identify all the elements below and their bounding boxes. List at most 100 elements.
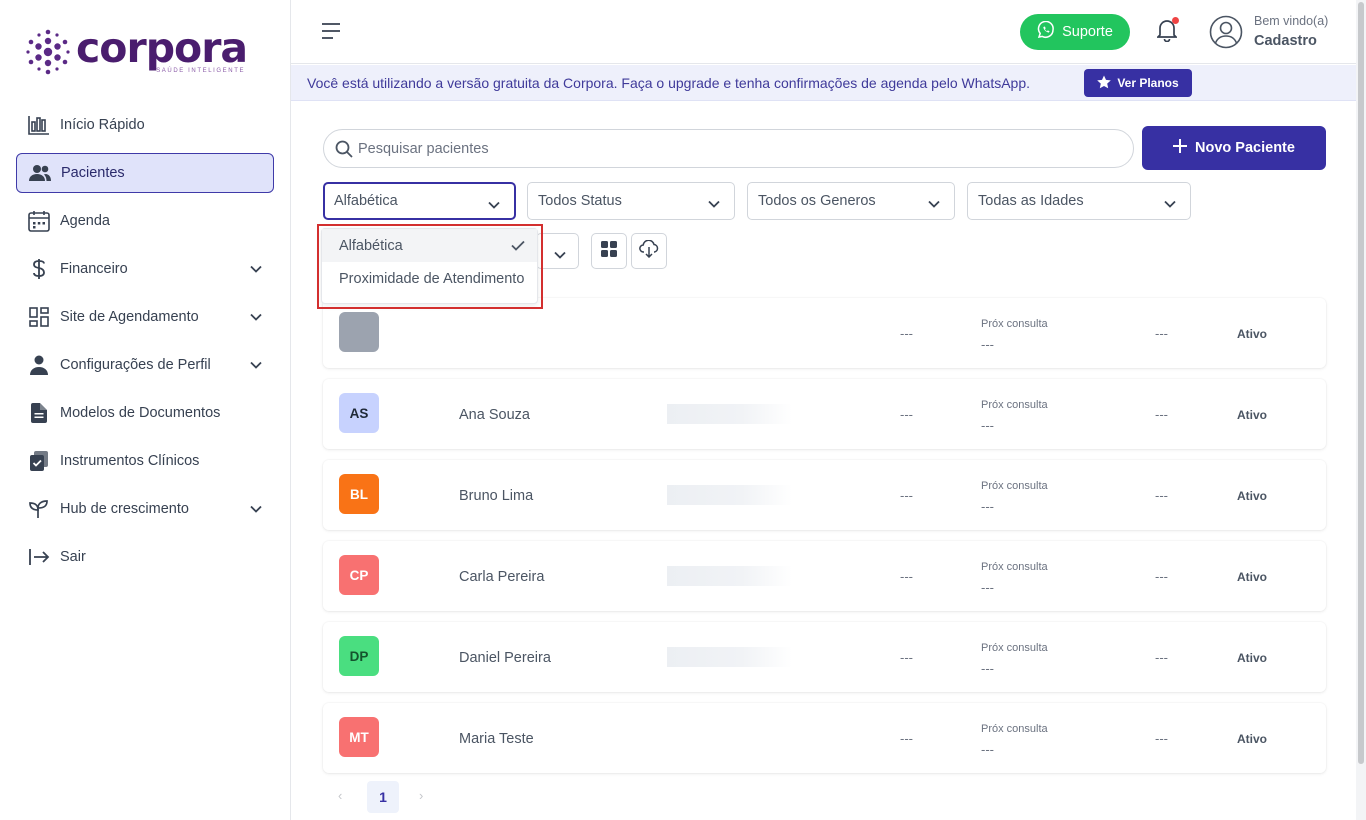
sort-option-alfabetica[interactable]: Alfabética bbox=[322, 229, 537, 262]
page-scrollbar[interactable] bbox=[1356, 0, 1366, 820]
clipboard-check-icon bbox=[28, 450, 50, 472]
view-plans-button[interactable]: Ver Planos bbox=[1084, 69, 1192, 97]
sidebar-item-label: Instrumentos Clínicos bbox=[60, 453, 200, 469]
sidebar-item-inicio-rapido[interactable]: Início Rápido bbox=[16, 105, 274, 145]
patient-avatar: CP bbox=[339, 555, 379, 595]
new-patient-label: Novo Paciente bbox=[1195, 140, 1295, 156]
status-badge: Ativo bbox=[1237, 408, 1267, 422]
sidebar-item-financeiro[interactable]: Financeiro bbox=[16, 249, 274, 289]
next-appointment-label: Próx consulta bbox=[981, 561, 1048, 573]
patient-row[interactable]: AS Ana Souza --- Próx consulta --- --- A… bbox=[323, 379, 1326, 449]
age-select[interactable]: Todas as Idades bbox=[967, 182, 1191, 220]
gender-select[interactable]: Todos os Generos bbox=[747, 182, 955, 220]
patient-field: --- bbox=[900, 731, 913, 746]
patient-row[interactable]: DP Daniel Pereira --- Próx consulta --- … bbox=[323, 622, 1326, 692]
top-header: Suporte Bem vindo(a) Cadastro bbox=[291, 0, 1356, 64]
patient-field: --- bbox=[1155, 569, 1168, 584]
status-select-value: Todos Status bbox=[538, 193, 622, 209]
patient-name: Bruno Lima bbox=[459, 488, 534, 504]
next-appointment-label: Próx consulta bbox=[981, 723, 1048, 735]
next-appointment-value: --- bbox=[981, 337, 994, 352]
next-appointment-value: --- bbox=[981, 418, 994, 433]
logout-icon bbox=[28, 546, 50, 568]
chevron-down-icon bbox=[250, 309, 262, 325]
search-input[interactable] bbox=[358, 138, 1118, 160]
chevron-down-icon bbox=[488, 197, 500, 213]
molecule-logo-icon bbox=[26, 29, 70, 75]
sort-option-proximidade[interactable]: Proximidade de Atendimento bbox=[322, 262, 537, 295]
patient-row[interactable]: CP Carla Pereira --- Próx consulta --- -… bbox=[323, 541, 1326, 611]
export-button[interactable] bbox=[631, 233, 667, 269]
support-label: Suporte bbox=[1062, 24, 1113, 40]
corpora-logo[interactable]: corpora SAÚDE INTELIGENTE bbox=[26, 24, 248, 76]
new-patient-button[interactable]: Novo Paciente bbox=[1142, 126, 1326, 170]
patient-field: --- bbox=[1155, 731, 1168, 746]
sidebar-item-instrumentos-clinicos[interactable]: Instrumentos Clínicos bbox=[16, 441, 274, 481]
sidebar-item-agenda[interactable]: Agenda bbox=[16, 201, 274, 241]
patient-field: --- bbox=[1155, 488, 1168, 503]
patient-field: --- bbox=[900, 407, 913, 422]
sidebar-item-site-agendamento[interactable]: Site de Agendamento bbox=[16, 297, 274, 337]
sort-select[interactable]: Alfabética bbox=[323, 182, 516, 220]
patient-row[interactable]: BL Bruno Lima --- Próx consulta --- --- … bbox=[323, 460, 1326, 530]
next-appointment-value: --- bbox=[981, 499, 994, 514]
document-icon bbox=[28, 402, 50, 424]
chevron-down-icon bbox=[250, 501, 262, 517]
pagination-next[interactable]: › bbox=[419, 788, 423, 803]
sidebar-item-sair[interactable]: Sair bbox=[16, 537, 274, 577]
sidebar-item-pacientes[interactable]: Pacientes bbox=[16, 153, 274, 193]
pagination-prev[interactable]: ‹ bbox=[338, 788, 342, 803]
chevron-down-icon bbox=[250, 357, 262, 373]
brand-name: corpora bbox=[76, 24, 248, 72]
check-icon bbox=[511, 239, 525, 255]
sidebar-item-label: Site de Agendamento bbox=[60, 309, 199, 325]
sort-select-value: Alfabética bbox=[334, 193, 398, 209]
welcome-text: Bem vindo(a) bbox=[1254, 14, 1329, 28]
menu-toggle-icon[interactable] bbox=[321, 22, 341, 45]
user-icon bbox=[28, 354, 50, 376]
next-appointment-label: Próx consulta bbox=[981, 318, 1048, 330]
sort-option-label: Alfabética bbox=[339, 237, 403, 254]
status-badge: Ativo bbox=[1237, 570, 1267, 584]
username[interactable]: Cadastro bbox=[1254, 33, 1317, 49]
view-plans-label: Ver Planos bbox=[1117, 76, 1179, 90]
patient-row[interactable]: MT Maria Teste --- Próx consulta --- ---… bbox=[323, 703, 1326, 773]
user-avatar-icon[interactable] bbox=[1209, 15, 1243, 54]
sidebar: corpora SAÚDE INTELIGENTE Início Rápido … bbox=[0, 0, 291, 820]
status-badge: Ativo bbox=[1237, 489, 1267, 503]
patient-name: Carla Pereira bbox=[459, 569, 545, 585]
loading-placeholder bbox=[667, 404, 792, 424]
sidebar-item-hub-crescimento[interactable]: Hub de crescimento bbox=[16, 489, 274, 529]
status-badge: Ativo bbox=[1237, 732, 1267, 746]
support-button[interactable]: Suporte bbox=[1020, 14, 1130, 50]
gender-select-value: Todos os Generos bbox=[758, 193, 876, 209]
chevron-down-icon bbox=[554, 246, 566, 264]
whatsapp-icon bbox=[1037, 20, 1055, 43]
patient-name: Maria Teste bbox=[459, 731, 534, 747]
plus-icon bbox=[1173, 139, 1188, 157]
chevron-down-icon bbox=[1164, 196, 1176, 212]
sidebar-item-label: Sair bbox=[60, 549, 86, 565]
status-select[interactable]: Todos Status bbox=[527, 182, 735, 220]
patient-name: Ana Souza bbox=[459, 407, 530, 423]
patient-field: --- bbox=[900, 569, 913, 584]
next-appointment-value: --- bbox=[981, 742, 994, 757]
pagination-page[interactable]: 1 bbox=[367, 781, 399, 813]
sidebar-item-modelos-documentos[interactable]: Modelos de Documentos bbox=[16, 393, 274, 433]
patient-field: --- bbox=[1155, 326, 1168, 341]
page-size-select[interactable] bbox=[536, 233, 579, 269]
dollar-icon bbox=[28, 258, 50, 280]
star-icon bbox=[1097, 75, 1112, 92]
sidebar-nav: Início Rápido Pacientes Agenda Financeir… bbox=[16, 105, 274, 585]
scrollbar-thumb[interactable] bbox=[1358, 2, 1364, 764]
next-appointment-label: Próx consulta bbox=[981, 480, 1048, 492]
sidebar-item-configuracoes-perfil[interactable]: Configurações de Perfil bbox=[16, 345, 274, 385]
loading-placeholder bbox=[667, 647, 792, 667]
sort-option-label: Proximidade de Atendimento bbox=[339, 270, 525, 287]
grid-view-button[interactable] bbox=[591, 233, 627, 269]
patient-row[interactable]: --- Próx consulta --- --- Ativo bbox=[323, 298, 1326, 368]
patient-avatar bbox=[339, 312, 379, 352]
patient-search[interactable] bbox=[323, 129, 1134, 168]
sidebar-item-label: Hub de crescimento bbox=[60, 501, 189, 517]
patient-field: --- bbox=[900, 650, 913, 665]
